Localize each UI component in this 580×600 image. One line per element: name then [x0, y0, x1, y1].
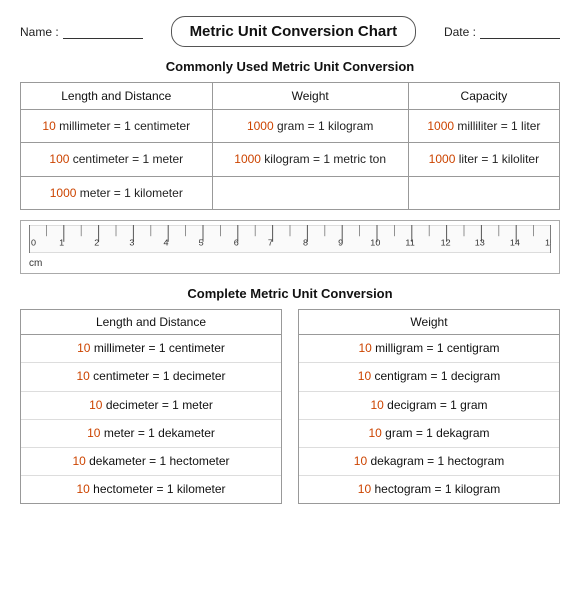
table-row: 1000 meter = 1 kilometer: [21, 176, 560, 209]
weight-row3: [212, 176, 408, 209]
list-item: 10 gram = 1 dekagram: [299, 419, 559, 447]
length-col-header: Length and Distance: [21, 310, 281, 335]
date-field: Date :: [444, 25, 560, 39]
weight-row2: 1000 kilogram = 1 metric ton: [212, 143, 408, 176]
svg-text:8: 8: [303, 238, 308, 248]
list-item: 10 hectogram = 1 kilogram: [299, 476, 559, 504]
list-item: 10 dekagram = 1 hectogram: [299, 447, 559, 475]
table-row: 10 millimeter = 1 centimeter 1000 gram =…: [21, 110, 560, 143]
list-item: 10 centigram = 1 decigram: [299, 363, 559, 391]
length-row2: 100 centimeter = 1 meter: [21, 143, 213, 176]
svg-text:5: 5: [199, 238, 204, 248]
chart-title: Metric Unit Conversion Chart: [171, 16, 417, 47]
length-row3: 1000 meter = 1 kilometer: [21, 176, 213, 209]
svg-text:3: 3: [129, 238, 134, 248]
col-header-capacity: Capacity: [408, 83, 559, 110]
svg-text:12: 12: [441, 238, 451, 248]
page-header: Name : Metric Unit Conversion Chart Date…: [20, 16, 560, 47]
weight-row1: 1000 gram = 1 kilogram: [212, 110, 408, 143]
common-conversion-table: Length and Distance Weight Capacity 10 m…: [20, 82, 560, 210]
list-item: 10 decimeter = 1 meter: [21, 391, 281, 419]
weight-col-header: Weight: [299, 310, 559, 335]
col-header-length: Length and Distance: [21, 83, 213, 110]
complete-section-title: Complete Metric Unit Conversion: [20, 286, 560, 301]
svg-text:1: 1: [59, 238, 64, 248]
ruler-container: 0 1 2 3 4 5 6 7 8 9 10 11 12 13 14 15: [20, 220, 560, 274]
list-item: 10 hectometer = 1 kilometer: [21, 476, 281, 504]
svg-text:4: 4: [164, 238, 169, 248]
svg-text:15: 15: [545, 238, 551, 248]
list-item: 10 decigram = 1 gram: [299, 391, 559, 419]
common-section-title: Commonly Used Metric Unit Conversion: [20, 59, 560, 74]
length-table: Length and Distance 10 millimeter = 1 ce…: [20, 309, 282, 504]
capacity-row1: 1000 milliliter = 1 liter: [408, 110, 559, 143]
ruler-svg: 0 1 2 3 4 5 6 7 8 9 10 11 12 13 14 15: [29, 225, 551, 253]
svg-text:13: 13: [475, 238, 485, 248]
date-label: Date :: [444, 25, 476, 39]
ruler-unit-label: cm: [29, 258, 551, 269]
svg-text:9: 9: [338, 238, 343, 248]
svg-text:11: 11: [405, 238, 415, 248]
date-line: [480, 25, 560, 39]
list-item: 10 centimeter = 1 decimeter: [21, 363, 281, 391]
length-row1: 10 millimeter = 1 centimeter: [21, 110, 213, 143]
svg-text:2: 2: [94, 238, 99, 248]
list-item: 10 meter = 1 dekameter: [21, 419, 281, 447]
capacity-row3: [408, 176, 559, 209]
list-item: 10 millimeter = 1 centimeter: [21, 335, 281, 363]
list-item: 10 dekameter = 1 hectometer: [21, 447, 281, 475]
svg-text:6: 6: [234, 238, 239, 248]
table-row: 100 centimeter = 1 meter 1000 kilogram =…: [21, 143, 560, 176]
complete-tables-container: Length and Distance 10 millimeter = 1 ce…: [20, 309, 560, 504]
name-line: [63, 25, 143, 39]
svg-text:14: 14: [510, 238, 520, 248]
name-label: Name :: [20, 25, 59, 39]
svg-text:10: 10: [370, 238, 380, 248]
capacity-row2: 1000 liter = 1 kiloliter: [408, 143, 559, 176]
name-field: Name :: [20, 25, 143, 39]
svg-text:0: 0: [31, 238, 36, 248]
list-item: 10 milligram = 1 centigram: [299, 335, 559, 363]
col-header-weight: Weight: [212, 83, 408, 110]
weight-table: Weight 10 milligram = 1 centigram 10 cen…: [298, 309, 560, 504]
svg-text:7: 7: [268, 238, 273, 248]
